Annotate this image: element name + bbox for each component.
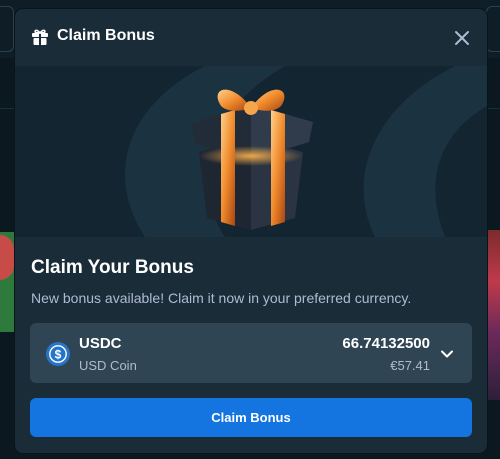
- currency-code: USDC: [79, 335, 122, 352]
- background-banner-right: [486, 230, 500, 400]
- currency-select[interactable]: $ USDC USD Coin 66.74132500 €57.41: [30, 323, 472, 383]
- bonus-hero-banner: [15, 66, 487, 237]
- usdc-coin-icon: $: [46, 342, 70, 366]
- close-icon[interactable]: [451, 27, 473, 49]
- chevron-down-icon[interactable]: [440, 347, 454, 361]
- bonus-fiat-value: €57.41: [390, 358, 430, 373]
- modal-title: Claim Bonus: [57, 27, 155, 44]
- gift-box-image: [191, 89, 313, 230]
- modal-header: Claim Bonus: [15, 9, 487, 67]
- background-right-button: [486, 6, 500, 52]
- bonus-description: New bonus available! Claim it now in you…: [31, 290, 412, 306]
- background-banner-left-accent: [0, 235, 14, 280]
- claim-bonus-modal: Claim Bonus Claim Your Bonus New bonus a…: [15, 9, 487, 453]
- gift-icon: [32, 29, 48, 45]
- background-left-button: [0, 6, 14, 52]
- bonus-heading: Claim Your Bonus: [31, 257, 194, 278]
- claim-bonus-button[interactable]: Claim Bonus: [30, 398, 472, 437]
- currency-name: USD Coin: [79, 358, 137, 373]
- svg-text:$: $: [55, 347, 62, 361]
- bonus-amount: 66.74132500: [342, 335, 430, 352]
